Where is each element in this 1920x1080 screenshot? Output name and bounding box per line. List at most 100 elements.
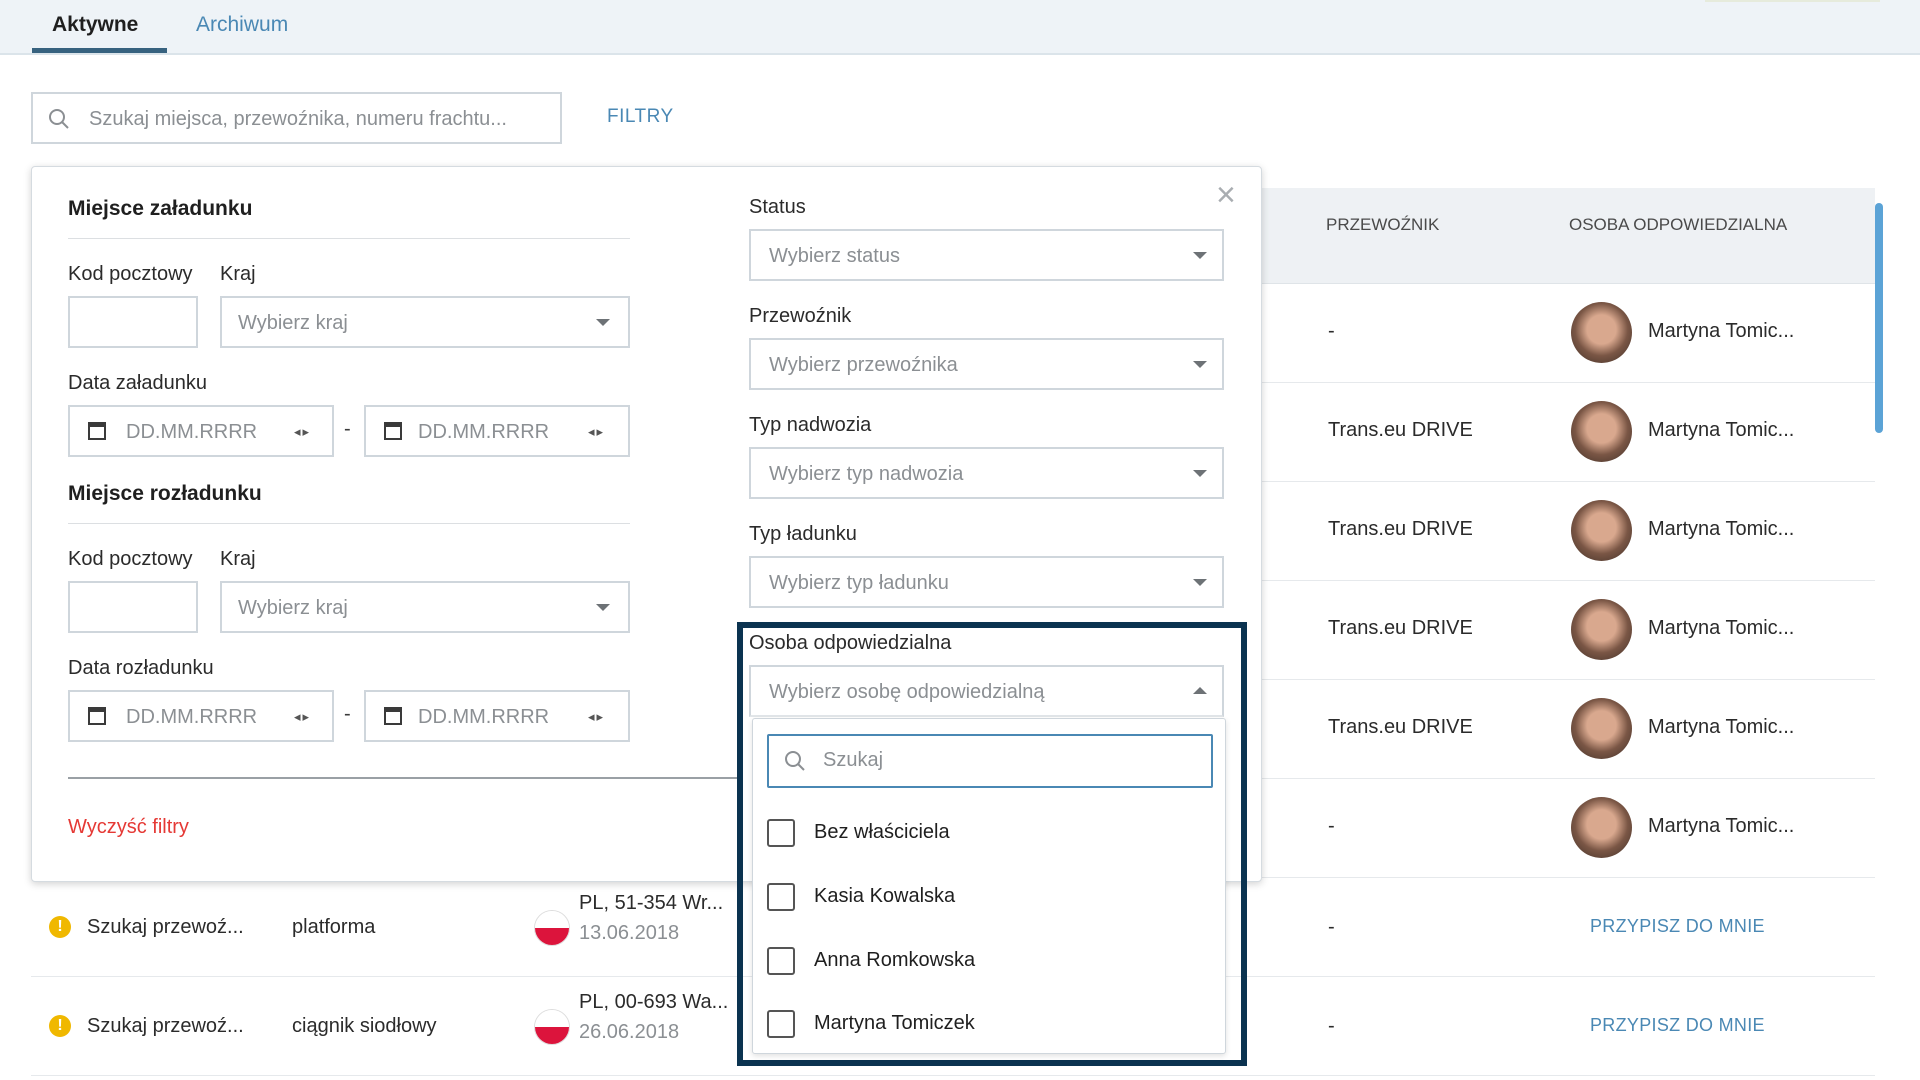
row-carrier: - [1328,320,1335,342]
tab-active[interactable]: Aktywne [52,13,138,37]
date-placeholder: DD.MM.RRRR [418,421,550,443]
checkbox[interactable] [767,947,795,975]
row-carrier: - [1328,916,1335,938]
warning-icon: ! [49,916,71,938]
status-label: Status [749,196,806,218]
assign-to-me-button[interactable]: PRZYPISZ DO MNIE [1590,1015,1765,1036]
row-person: Martyna Tomic... [1648,518,1795,540]
carrier-select[interactable]: Wybierz przewoźnika [749,338,1224,390]
search-placeholder: Szukaj miejsca, przewoźnika, numeru frac… [89,108,507,130]
unloading-date-from[interactable]: DD.MM.RRRR ◂▸ [68,690,334,742]
avatar [1571,302,1632,363]
checkbox[interactable] [767,883,795,911]
unloading-section-title: Miejsce rozładunku [68,482,262,505]
responsible-placeholder: Wybierz osobę odpowiedzialną [769,681,1045,703]
avatar [1571,401,1632,462]
unloading-date-to[interactable]: DD.MM.RRRR ◂▸ [364,690,630,742]
dropdown-search-input[interactable]: Szukaj [767,734,1213,788]
search-input[interactable]: Szukaj miejsca, przewoźnika, numeru frac… [31,92,562,144]
calendar-icon [384,422,402,440]
carrier-label: Przewoźnik [749,305,852,327]
calendar-icon [384,707,402,725]
row-body-type: platforma [292,916,376,938]
row-status: Szukaj przewoź... [87,1015,244,1037]
loading-country-select[interactable]: Wybierz kraj [220,296,630,348]
cargo-type-select[interactable]: Wybierz typ ładunku [749,556,1224,608]
avatar [1571,797,1632,858]
body-type-placeholder: Wybierz typ nadwozia [769,463,964,485]
carrier-placeholder: Wybierz przewoźnika [769,354,958,376]
date-stepper-icon[interactable]: ◂▸ [294,709,311,725]
chevron-down-icon [1193,470,1207,477]
row-carrier: Trans.eu DRIVE [1328,419,1473,441]
avatar [1571,599,1632,660]
row-carrier: Trans.eu DRIVE [1328,518,1473,540]
divider [68,238,630,239]
row-person: Martyna Tomic... [1648,617,1795,639]
option-label[interactable]: Kasia Kowalska [814,885,955,908]
unloading-postal-input[interactable] [68,581,198,633]
calendar-icon [88,422,106,440]
option-label[interactable]: Martyna Tomiczek [814,1012,975,1035]
row-carrier: - [1328,1015,1335,1037]
clear-filters-button[interactable]: Wyczyść filtry [68,816,189,839]
poland-flag-icon [534,1009,570,1045]
dropdown-search-placeholder: Szukaj [823,749,884,771]
row-person: Martyna Tomic... [1648,815,1795,837]
checkbox[interactable] [767,819,795,847]
assign-to-me-button[interactable]: PRZYPISZ DO MNIE [1590,916,1765,937]
option-label[interactable]: Bez właściciela [814,821,950,844]
active-tab-indicator [32,48,167,53]
unloading-country-select[interactable]: Wybierz kraj [220,581,630,633]
scrollbar-thumb[interactable] [1875,203,1883,433]
body-type-select[interactable]: Wybierz typ nadwozia [749,447,1224,499]
body-type-label: Typ nadwozia [749,414,872,436]
loading-country-placeholder: Wybierz kraj [238,312,348,334]
chevron-up-icon [1193,687,1207,694]
unloading-date-label: Data rozładunku [68,657,214,679]
date-range-separator: - [344,703,351,725]
tab-archive[interactable]: Archiwum [196,13,288,37]
row-place: PL, 51-354 Wr... [579,892,724,914]
warning-icon: ! [49,1015,71,1037]
close-icon[interactable]: × [1216,178,1236,212]
divider [68,777,738,779]
status-select[interactable]: Wybierz status [749,229,1224,281]
row-person: Martyna Tomic... [1648,419,1795,441]
loading-postal-input[interactable] [68,296,198,348]
header-responsible[interactable]: OSOBA ODPOWIEDZIALNA [1569,215,1787,235]
unloading-postal-label: Kod pocztowy [68,548,193,570]
date-stepper-icon[interactable]: ◂▸ [588,709,605,725]
responsible-select[interactable]: Wybierz osobę odpowiedzialną [749,665,1224,717]
date-stepper-icon[interactable]: ◂▸ [588,424,605,440]
date-range-separator: - [344,418,351,440]
loading-date-label: Data załadunku [68,372,207,394]
loading-section-title: Miejsce załadunku [68,197,253,220]
chevron-down-icon [1193,361,1207,368]
date-placeholder: DD.MM.RRRR [126,706,258,728]
tab-bar: Aktywne Archiwum [0,0,1920,55]
avatar [1571,698,1632,759]
search-icon [47,107,71,136]
chevron-down-icon [596,604,610,611]
row-carrier: - [1328,815,1335,837]
row-carrier: Trans.eu DRIVE [1328,617,1473,639]
poland-flag-icon [534,910,570,946]
divider [68,523,630,524]
row-person: Martyna Tomic... [1648,716,1795,738]
loading-date-to[interactable]: DD.MM.RRRR ◂▸ [364,405,630,457]
row-body-type: ciągnik siodłowy [292,1015,437,1037]
avatar [1571,500,1632,561]
responsible-label: Osoba odpowiedzialna [749,632,952,654]
unloading-country-placeholder: Wybierz kraj [238,597,348,619]
checkbox[interactable] [767,1010,795,1038]
calendar-icon [88,707,106,725]
row-place: PL, 00-693 Wa... [579,991,729,1013]
header-carrier[interactable]: PRZEWOŹNIK [1326,215,1439,235]
filters-link[interactable]: FILTRY [607,106,674,128]
date-stepper-icon[interactable]: ◂▸ [294,424,311,440]
loading-postal-label: Kod pocztowy [68,263,193,285]
option-label[interactable]: Anna Romkowska [814,949,975,972]
cargo-type-placeholder: Wybierz typ ładunku [769,572,949,594]
loading-date-from[interactable]: DD.MM.RRRR ◂▸ [68,405,334,457]
